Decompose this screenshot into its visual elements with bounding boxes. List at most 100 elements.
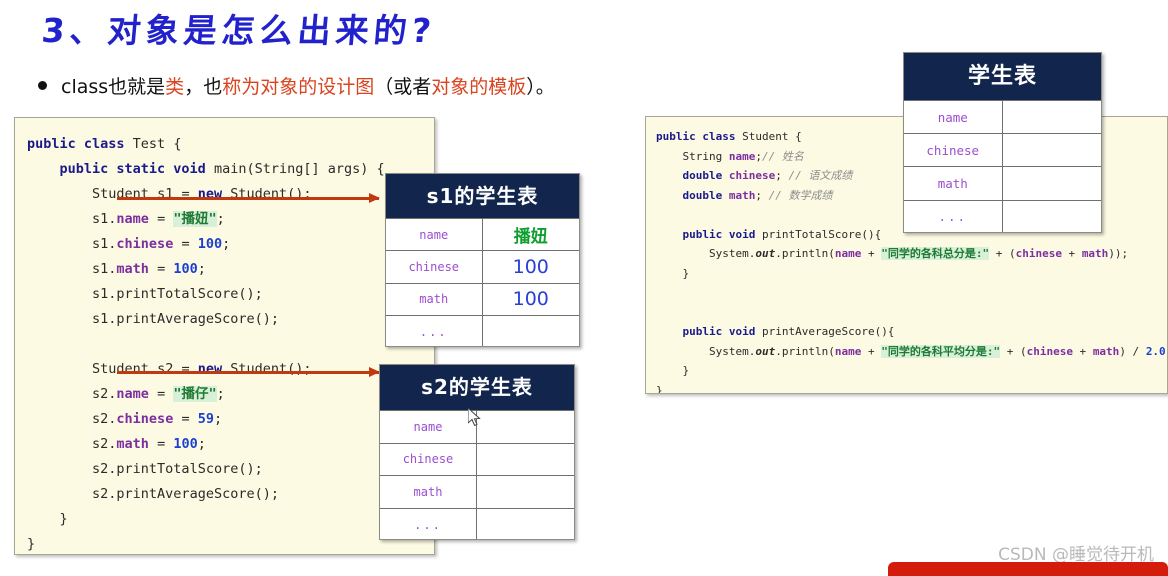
field-value	[1003, 167, 1102, 199]
code-token-string: "播妞"	[173, 211, 217, 227]
code-token-text: ;	[216, 211, 225, 227]
bullet-line: class也就是 类 ，也 称为对象的设计图 （或者 对象的模板 ）。	[38, 72, 555, 99]
code-token-text: Student {	[735, 130, 802, 143]
code-line: s1.math = 100;	[27, 257, 434, 282]
code-token-keyword: public static void	[59, 161, 206, 177]
code-token-type: String	[682, 149, 723, 163]
arrow-to-s1-table	[117, 193, 380, 203]
bullet-segment-2-highlight: 类	[165, 76, 185, 98]
code-token-field: chinese	[116, 411, 174, 427]
field-value	[1003, 134, 1102, 166]
code-token-text: ;	[775, 169, 789, 182]
code-token-text: s1.	[92, 236, 117, 252]
code-token-text: =	[148, 261, 174, 277]
s1-object-table: s1的学生表 name 播妞 chinese 100 math 100 ...	[385, 173, 580, 347]
code-line: s2.math = 100;	[27, 432, 434, 457]
code-token-text: .println(	[775, 247, 835, 260]
field-value: 播妞	[513, 227, 548, 248]
field-key: math	[380, 476, 477, 508]
code-token-text: Test {	[124, 136, 182, 152]
field-key: math	[904, 167, 1003, 200]
field-key: chinese	[386, 251, 483, 283]
code-token-text: ;	[197, 436, 206, 452]
code-token-keyword: double	[682, 169, 723, 182]
table-row: math	[380, 475, 574, 508]
code-token-text: s2.	[92, 436, 117, 452]
code-line: }	[27, 532, 434, 554]
code-token-text: .println(	[775, 344, 835, 358]
s2-object-table: s2的学生表 name chinese math ...	[379, 364, 575, 540]
student-class-table: 学生表 name chinese math ...	[903, 52, 1102, 233]
table-row: chinese	[380, 442, 574, 476]
s1-table-title: s1的学生表	[386, 174, 579, 218]
code-token-text: ) /	[1119, 344, 1146, 358]
code-token-text: }	[27, 536, 36, 552]
code-line: s1.name = "播妞";	[27, 207, 434, 232]
code-token-text: ;	[213, 411, 223, 427]
code-token-keyword: public void	[682, 227, 756, 241]
code-token-field: chinese	[116, 236, 174, 252]
field-value	[477, 476, 574, 508]
code-token-text: System.	[708, 247, 756, 260]
code-line: s2.printAverageScore();	[27, 482, 434, 507]
field-value	[477, 411, 574, 443]
code-line: public void printAverageScore(){	[656, 322, 1167, 342]
bullet-segment-5: （或者	[374, 76, 432, 98]
code-token-string: "播仔"	[173, 386, 217, 402]
bullet-dot-icon	[38, 81, 47, 90]
code-token-keyword: double	[682, 188, 723, 202]
code-token-comment: // 数学成绩	[768, 188, 833, 202]
code-token-text: s1.printAverageScore();	[92, 311, 279, 327]
field-value	[477, 509, 574, 539]
code-line: public static void main(String[] args) {	[27, 157, 434, 182]
code-line: System.out.println(name + "同学的各科总分是:" + …	[656, 244, 1167, 264]
code-token-text: ;	[216, 386, 225, 402]
code-token-text: +	[1061, 247, 1082, 260]
field-key: ...	[380, 508, 477, 539]
table-row: chinese 100	[386, 250, 579, 283]
table-row: ...	[386, 314, 580, 346]
code-token-text: s1.printTotalScore();	[92, 286, 263, 302]
code-token-string: "同学的各科平均分是:"	[881, 344, 1001, 358]
code-token-keyword: public class	[27, 136, 125, 152]
code-token-text: +	[1072, 344, 1093, 358]
field-value	[483, 316, 580, 346]
code-token-text: =	[173, 236, 198, 252]
code-line: s2.name = "播仔";	[27, 382, 434, 407]
code-token-text: =	[148, 211, 174, 227]
field-key: name	[386, 219, 483, 251]
code-token-keyword: public class	[656, 130, 736, 143]
code-token-text: ;	[222, 236, 231, 252]
table-row: ...	[380, 507, 574, 539]
field-value	[1003, 101, 1102, 133]
code-line: }	[656, 264, 1167, 284]
code-line: }	[27, 507, 434, 532]
table-row: chinese	[904, 133, 1102, 167]
table-row: ...	[904, 199, 1101, 232]
code-token-text: s2.	[92, 411, 117, 427]
code-token-text: +	[861, 247, 882, 260]
code-token-text: =	[173, 411, 198, 427]
field-key: math	[386, 283, 483, 315]
code-token-text: Student();	[222, 361, 312, 377]
code-token-text: s1.	[92, 261, 117, 277]
code-token-static-field: out	[755, 344, 776, 358]
code-token-text: printTotalScore(){	[755, 227, 882, 241]
code-token-text: s2.printTotalScore();	[92, 461, 263, 477]
code-token-text: ));	[1108, 247, 1129, 260]
code-token-text: ;	[197, 261, 206, 277]
field-key: name	[904, 101, 1003, 134]
code-token-text: s2.printAverageScore();	[92, 486, 279, 502]
code-token-keyword: new	[197, 361, 223, 377]
code-line: s1.printTotalScore();	[27, 282, 434, 307]
code-line: s2.printTotalScore();	[27, 457, 434, 482]
code-token-text: =	[148, 436, 174, 452]
field-key: ...	[386, 315, 483, 346]
code-token-text: ;	[755, 188, 769, 202]
code-token-text: =	[148, 386, 174, 402]
code-token-text: + (	[989, 247, 1016, 260]
code-line: s1.chinese = 100;	[27, 232, 434, 257]
